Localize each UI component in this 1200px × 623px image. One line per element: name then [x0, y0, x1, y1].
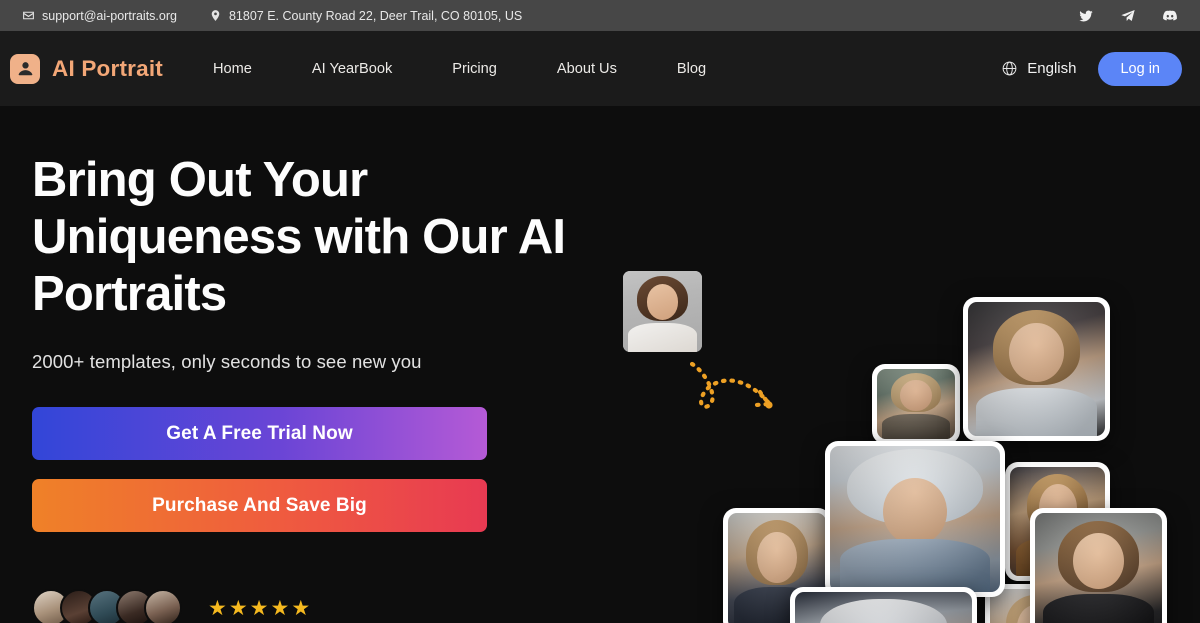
portrait-card-doctor[interactable] [963, 297, 1110, 441]
nav-item-home[interactable]: Home [213, 53, 252, 85]
avatar [144, 589, 182, 623]
location-pin-icon [209, 9, 222, 22]
page-title: Bring Out Your Uniqueness with Our AI Po… [32, 153, 566, 321]
contact-email-text: support@ai-portraits.org [42, 8, 177, 23]
nav-item-pricing[interactable]: Pricing [452, 53, 497, 85]
rating-stars: ★ ★ ★ ★ ★ [208, 598, 310, 619]
twitter-icon[interactable] [1078, 8, 1094, 24]
nav-item-blog[interactable]: Blog [677, 53, 706, 85]
contact-email[interactable]: support@ai-portraits.org [22, 9, 177, 23]
discord-icon[interactable] [1162, 8, 1178, 24]
portrait-card-outdoor[interactable] [872, 364, 960, 444]
source-portrait-photo [623, 271, 702, 352]
header-actions: English Log in [1001, 51, 1182, 86]
envelope-icon [22, 9, 35, 22]
login-button[interactable]: Log in [1098, 51, 1182, 86]
portrait-image [968, 302, 1105, 436]
user-avatar-icon [10, 53, 40, 84]
site-header: AI Portrait Home AI YearBook Pricing Abo… [0, 31, 1200, 106]
contact-address: 81807 E. County Road 22, Deer Trail, CO … [209, 9, 522, 23]
user-avatar-group [32, 589, 182, 623]
portrait-image [877, 369, 955, 439]
main-navigation: Home AI YearBook Pricing About Us Blog [213, 53, 706, 85]
star-icon: ★ [228, 596, 248, 620]
nav-item-about-us[interactable]: About Us [557, 53, 617, 85]
social-proof: ★ ★ ★ ★ ★ [32, 589, 310, 623]
language-selector[interactable]: English [1001, 60, 1076, 77]
dashed-curved-arrow-icon [690, 361, 773, 409]
language-label: English [1027, 60, 1077, 77]
star-icon: ★ [208, 596, 227, 620]
hero-copy: Bring Out Your Uniqueness with Our AI Po… [32, 152, 592, 532]
portrait-card-astronaut[interactable] [825, 441, 1005, 597]
portrait-image [1035, 513, 1162, 623]
top-utility-bar: support@ai-portraits.org 81807 E. County… [0, 0, 1200, 31]
purchase-button[interactable]: Purchase And Save Big [32, 479, 487, 532]
social-links [1078, 8, 1178, 24]
nav-item-ai-yearbook[interactable]: AI YearBook [312, 53, 392, 85]
source-photo-face [623, 271, 702, 352]
brand-name: AI Portrait [52, 55, 163, 81]
contact-address-text: 81807 E. County Road 22, Deer Trail, CO … [228, 8, 523, 23]
free-trial-button[interactable]: Get A Free Trial Now [32, 407, 487, 460]
hero-subheadline: 2000+ templates, only seconds to see new… [32, 351, 422, 372]
hero-section: Bring Out Your Uniqueness with Our AI Po… [0, 106, 1200, 623]
portrait-image [795, 592, 972, 623]
portrait-card-naval[interactable] [790, 587, 977, 623]
star-icon: ★ [291, 596, 311, 620]
telegram-icon[interactable] [1120, 8, 1136, 24]
star-icon: ★ [270, 596, 290, 620]
globe-icon [1001, 60, 1018, 77]
portrait-card-suit[interactable] [1030, 508, 1167, 623]
star-icon: ★ [249, 596, 269, 620]
brand-logo[interactable]: AI Portrait [10, 53, 163, 84]
portrait-image [830, 446, 1000, 592]
